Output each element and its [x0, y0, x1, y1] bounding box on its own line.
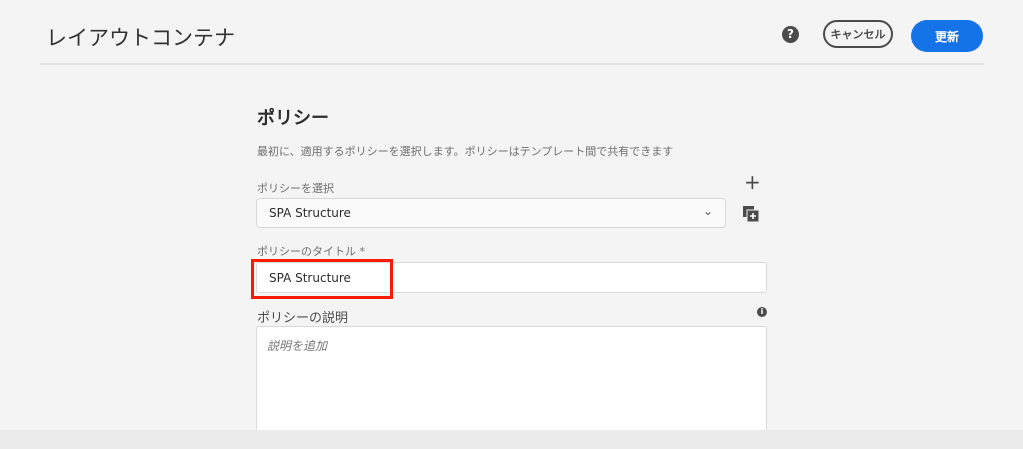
footer-bar	[0, 430, 1023, 449]
select-policy-label: ポリシーを選択	[257, 182, 334, 195]
duplicate-policy-icon[interactable]	[743, 206, 759, 222]
header-divider	[40, 63, 984, 65]
help-icon[interactable]: ?	[782, 26, 799, 43]
policy-select-value: SPA Structure	[269, 206, 351, 220]
section-heading: ポリシー	[257, 108, 329, 129]
highlight-box	[251, 259, 393, 299]
policy-description-input[interactable]	[256, 326, 767, 436]
update-button[interactable]: 更新	[911, 20, 983, 52]
cancel-button[interactable]: キャンセル	[823, 20, 893, 48]
chevron-down-icon: ⌄	[702, 204, 713, 218]
section-description: 最初に、適用するポリシーを選択します。ポリシーはテンプレート間で共有できます	[257, 145, 674, 158]
info-icon[interactable]: i	[757, 307, 767, 317]
policy-title-label: ポリシーのタイトル *	[257, 245, 365, 258]
page-title: レイアウトコンテナ	[46, 26, 235, 50]
add-policy-icon[interactable]: +	[744, 170, 761, 194]
policy-description-label: ポリシーの説明	[257, 311, 349, 326]
policy-select[interactable]: SPA Structure ⌄	[256, 198, 726, 228]
